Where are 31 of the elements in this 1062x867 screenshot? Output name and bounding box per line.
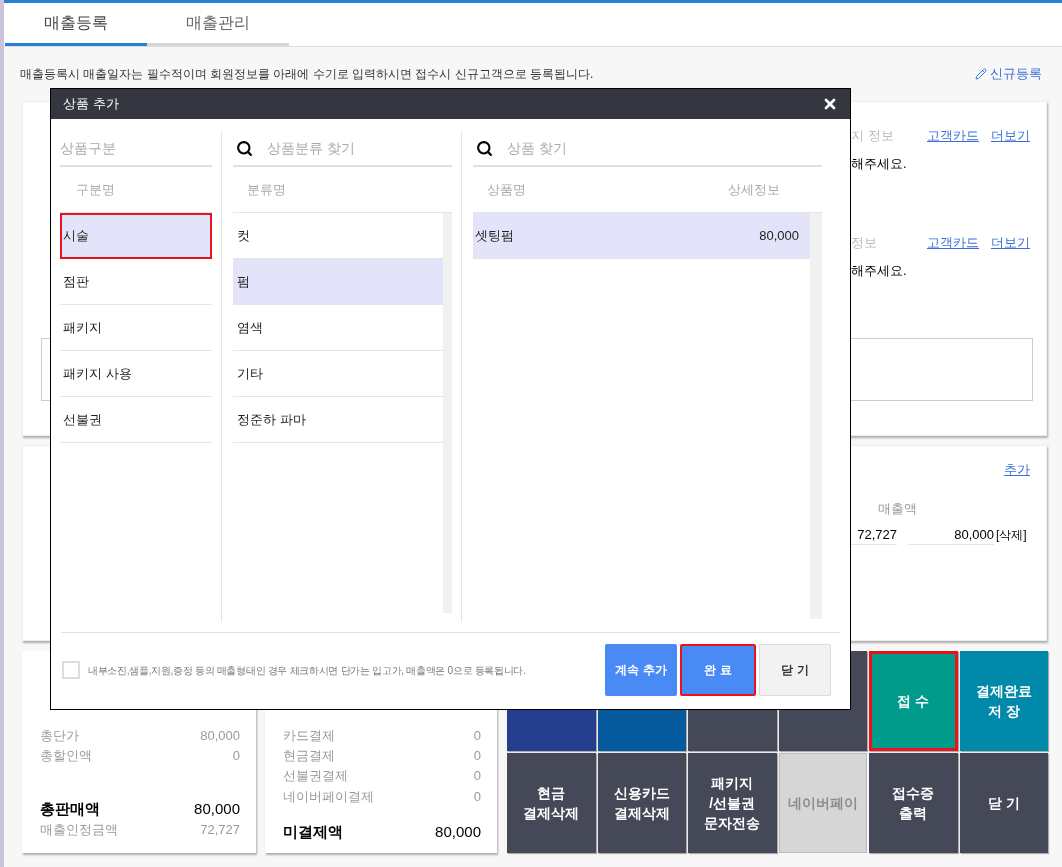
summary-label: 현금결제 [283,747,335,766]
section-message: 해주세요. [851,155,907,174]
column-header: 분류명 [247,180,286,199]
dialog-title: 상품 추가 [63,95,119,114]
summary-value: 0 [473,747,481,766]
summary-label: 총판매액 [40,798,100,819]
summary-value: 80,000 [194,798,240,819]
summary-value: 80,000 [435,821,481,842]
summary-value: 80,000 [200,727,240,746]
summary-value: 0 [232,747,240,766]
column-header: 상세정보 [728,180,780,199]
column-header: 상품명 [487,180,526,199]
section-label: 정보 [851,234,877,253]
summary-value: 0 [473,727,481,746]
summary-label: 네이버페이결제 [283,788,374,807]
column-header: 매출액 [878,500,917,519]
checkbox-label: 내부소진,샘플,지원,증정 등의 매출형태인 경우 체크하시면 단가는 입고가, 매출액은 0으로 등록됩니다. [88,663,527,678]
summary-value: 0 [473,788,481,807]
summary-value: 72,727 [200,821,240,840]
summary-label: 선불권결제 [283,767,348,786]
summary-label: 총할인액 [40,747,92,766]
section-label: 지 정보 [851,127,894,146]
panel-heading: 상품구분 [60,138,116,158]
summary-label: 매출인정금액 [40,821,118,840]
summary-value: 0 [473,767,481,786]
summary-label: 미결제액 [283,821,343,842]
summary-label: 카드결제 [283,727,335,746]
column-header: 구분명 [76,180,115,199]
summary-label: 총단가 [40,727,79,746]
notice-text: 매출등록시 매출일자는 필수적이며 회원정보를 아래에 수기로 입력하시면 접수시 신규고객으로 등록됩니다. [20,66,594,83]
section-message: 해주세요. [851,262,907,281]
